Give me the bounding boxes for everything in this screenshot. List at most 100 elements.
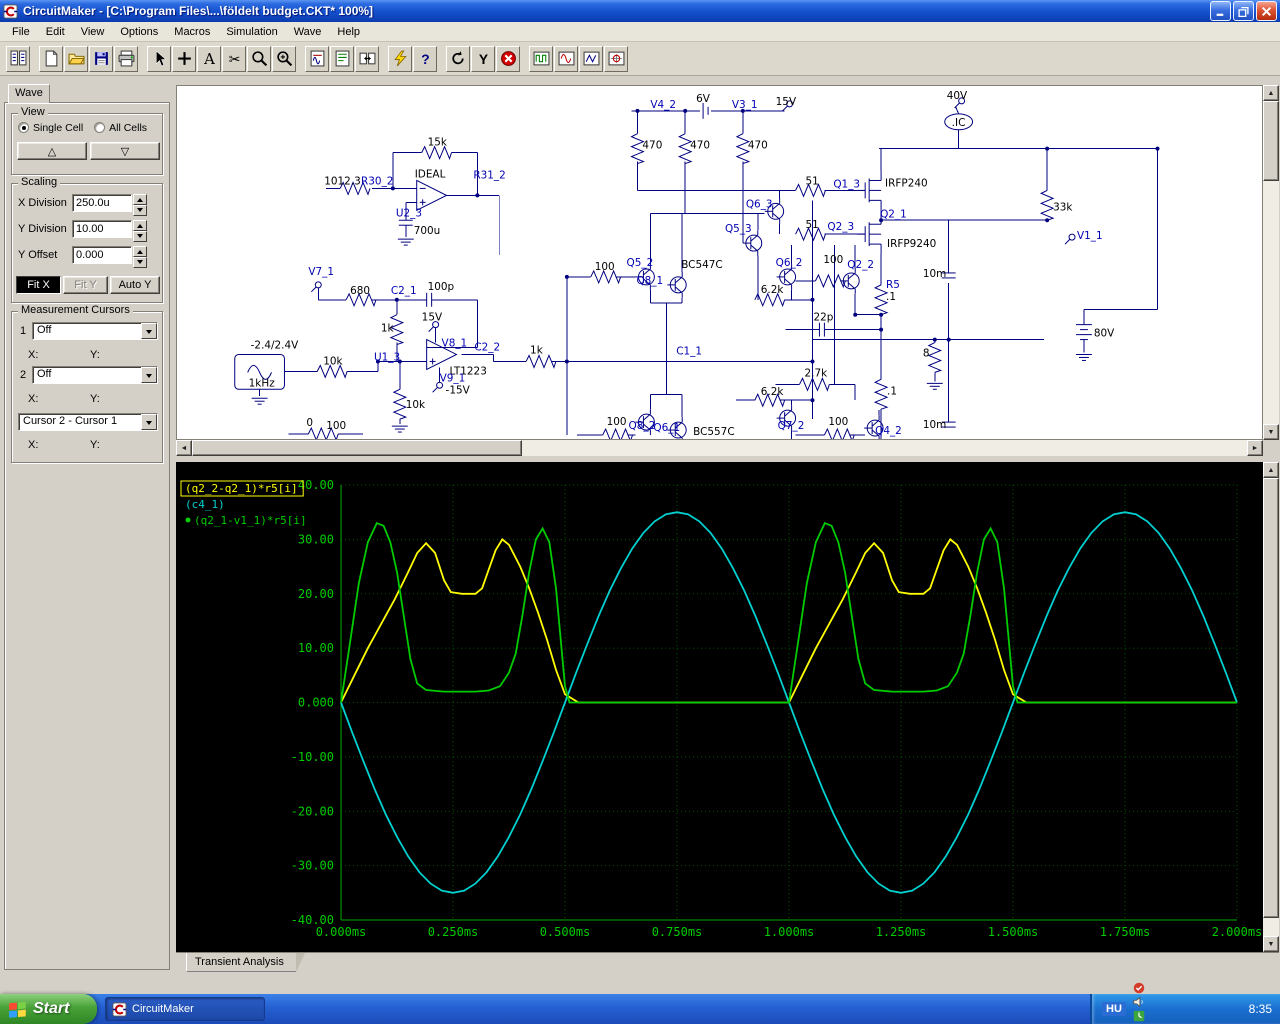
waveform-vscroll-thumb[interactable] <box>1263 478 1279 918</box>
cursor1-select[interactable]: Off <box>32 322 158 340</box>
menu-file[interactable]: File <box>4 24 38 40</box>
close-button[interactable] <box>1256 1 1277 21</box>
tray-antivirus-icon[interactable] <box>1132 981 1146 995</box>
schematic-page-button[interactable] <box>305 45 329 72</box>
zoom-tool-button[interactable] <box>247 45 271 72</box>
y-offset-spin-down[interactable] <box>133 257 147 268</box>
title-bar[interactable]: CircuitMaker - [C:\Program Files\...\föl… <box>0 0 1280 22</box>
cursor-diff-dropdown-arrow-icon[interactable] <box>141 414 157 430</box>
tray-volume-icon[interactable] <box>1132 995 1146 1009</box>
single-cell-radio[interactable] <box>18 122 29 133</box>
schematic-scroll-left-button[interactable]: ◄ <box>176 440 192 456</box>
minimize-button[interactable] <box>1210 1 1231 21</box>
mosfet[interactable] <box>857 214 882 255</box>
transistor[interactable] <box>667 271 687 298</box>
legend-entry[interactable]: (c4_1) <box>185 498 225 511</box>
print-button[interactable] <box>114 45 138 72</box>
menu-edit[interactable]: Edit <box>38 24 73 40</box>
y-offset-spin-up[interactable] <box>133 246 147 257</box>
ground[interactable] <box>926 382 943 390</box>
resistor[interactable] <box>927 342 943 373</box>
capacitor[interactable] <box>426 292 433 307</box>
battery[interactable] <box>1075 324 1092 341</box>
fit-x-button[interactable]: Fit X <box>16 276 61 294</box>
y-offset-input[interactable] <box>72 246 132 264</box>
tab-transient-analysis[interactable]: Transient Analysis <box>186 953 305 972</box>
tray-scheduler-icon[interactable] <box>1132 1009 1146 1023</box>
schematic-scroll-down-button[interactable]: ▼ <box>1263 424 1279 440</box>
x-division-spin-down[interactable] <box>133 205 147 216</box>
run-simulation-button[interactable] <box>388 45 412 72</box>
ground[interactable] <box>251 397 268 405</box>
taskbar-clock[interactable]: 8:35 <box>1249 1002 1272 1016</box>
digital-scope-button[interactable] <box>529 45 553 72</box>
text-tool-button[interactable]: A <box>197 45 221 72</box>
help-button[interactable]: ? <box>413 45 437 72</box>
waveform-panel[interactable]: 0.000ms 0.250ms 0.500ms 0.750ms 1.000ms 1.250… <box>176 462 1263 952</box>
ground[interactable] <box>391 425 408 433</box>
menu-view[interactable]: View <box>73 24 113 40</box>
cursor1-dropdown-arrow-icon[interactable] <box>141 323 157 339</box>
power-pin[interactable] <box>310 281 322 293</box>
next-cell-button[interactable]: ▽ <box>90 142 160 160</box>
legend-entry[interactable]: (q2_2-q2_1)*r5[i] <box>185 482 298 495</box>
storage-scope-button[interactable] <box>579 45 603 72</box>
y-division-spin-down[interactable] <box>133 231 147 242</box>
resistor[interactable] <box>873 378 889 410</box>
menu-help[interactable]: Help <box>329 24 368 40</box>
menu-wave[interactable]: Wave <box>286 24 330 40</box>
analog-scope-button[interactable] <box>554 45 578 72</box>
power-pin[interactable] <box>1064 233 1076 245</box>
restore-button[interactable] <box>1233 1 1254 21</box>
all-cells-radio[interactable] <box>94 122 106 133</box>
wire-tool-button[interactable] <box>172 45 196 72</box>
schematic-scroll-up-button[interactable]: ▲ <box>1263 85 1279 101</box>
mosfet[interactable] <box>857 170 882 211</box>
tab-wave[interactable]: Wave <box>8 84 50 103</box>
transistor[interactable] <box>840 267 860 294</box>
previous-cell-button[interactable]: △ <box>17 142 87 160</box>
split-view-button[interactable] <box>355 45 379 72</box>
opamp[interactable] <box>416 179 448 212</box>
xy-scope-button[interactable] <box>604 45 628 72</box>
waveform-scroll-up-button[interactable]: ▲ <box>1263 462 1279 478</box>
x-division-spin-up[interactable] <box>133 194 147 205</box>
cursor-diff-select[interactable]: Cursor 2 - Cursor 1 <box>18 413 158 431</box>
stop-simulation-button[interactable] <box>496 45 520 72</box>
resistor[interactable] <box>799 377 830 392</box>
menu-options[interactable]: Options <box>112 24 166 40</box>
y-division-input[interactable] <box>72 220 132 238</box>
taskbar-item-circuitmaker[interactable]: CircuitMaker <box>105 997 265 1021</box>
waveform-scroll-down-button[interactable]: ▼ <box>1263 936 1279 952</box>
select-tool-button[interactable] <box>147 45 171 72</box>
ground[interactable] <box>1075 353 1092 361</box>
schematic-canvas[interactable]: V4_2 6V V3_1 15V 40V .IC 470 470 470 15k IDEAL R31_… <box>176 85 1263 440</box>
reset-simulation-button[interactable] <box>446 45 470 72</box>
open-file-button[interactable] <box>64 45 88 72</box>
cut-tool-button[interactable]: ✂ <box>222 45 246 72</box>
schematic-hscroll[interactable]: ◄ ► <box>176 440 1263 456</box>
parts-browser-button[interactable] <box>6 45 30 72</box>
start-button[interactable]: Start <box>0 994 97 1024</box>
battery[interactable] <box>702 102 709 119</box>
language-indicator[interactable]: HU <box>1102 1002 1126 1016</box>
x-division-input[interactable] <box>72 194 132 212</box>
probe-tool-button[interactable]: Y <box>471 45 495 72</box>
schematic-vscroll[interactable]: ▲ ▼ <box>1263 85 1279 440</box>
new-file-button[interactable] <box>39 45 63 72</box>
resistor[interactable] <box>823 427 855 439</box>
fit-y-button[interactable]: Fit Y <box>63 276 108 294</box>
menu-macros[interactable]: Macros <box>166 24 218 40</box>
schematic-hscroll-thumb[interactable] <box>192 440 522 456</box>
schematic-scroll-right-button[interactable]: ► <box>1247 440 1263 456</box>
auto-y-button[interactable]: Auto Y <box>110 276 160 294</box>
mixed-page-button[interactable] <box>330 45 354 72</box>
save-file-button[interactable] <box>89 45 113 72</box>
resistor[interactable] <box>392 388 408 420</box>
menu-simulation[interactable]: Simulation <box>218 24 285 40</box>
capacitor[interactable] <box>818 322 825 337</box>
schematic-vscroll-thumb[interactable] <box>1263 101 1279 181</box>
y-division-spin-up[interactable] <box>133 220 147 231</box>
capacitor[interactable] <box>398 219 413 226</box>
resistor[interactable] <box>525 354 557 369</box>
